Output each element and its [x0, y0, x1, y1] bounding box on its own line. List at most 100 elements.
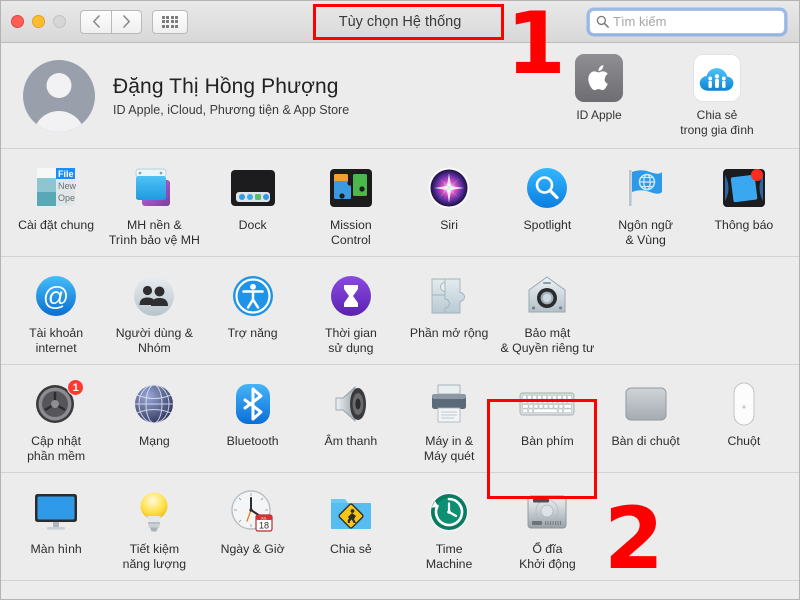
search-icon: [596, 15, 609, 28]
pref-label: Ngôn ngữ & Vùng: [618, 218, 673, 247]
family-sharing-label-line2: trong gia đình: [680, 122, 754, 137]
printers-scanners-icon: [400, 379, 498, 429]
account-subtitle: ID Apple, iCloud, Phương tiện & App Stor…: [113, 102, 350, 117]
pref-label: Chuột: [727, 434, 761, 448]
pref-row-2: @ Tài khoản internet Người dùng & Nhóm T…: [1, 257, 799, 365]
pref-screen-time[interactable]: Thời gian sử dụng: [302, 269, 400, 356]
sound-icon: [302, 379, 400, 429]
language-region-icon: [597, 163, 695, 213]
network-icon: [105, 379, 203, 429]
account-name: Đặng Thị Hồng Phượng: [113, 74, 339, 98]
pref-label: Spotlight: [523, 218, 572, 232]
search-input[interactable]: [613, 14, 778, 29]
time-machine-icon: [400, 487, 498, 537]
pref-energy-saver[interactable]: Tiết kiệm năng lượng: [105, 485, 203, 572]
date-time-icon: JUL 18: [204, 487, 302, 537]
general-icon: File New Ope: [7, 163, 105, 213]
pref-language-region[interactable]: Ngôn ngữ & Vùng: [597, 161, 695, 248]
pref-mission-control[interactable]: Mission Control: [302, 161, 400, 248]
pref-desktop-screensaver[interactable]: MH nền & Trình bảo vệ MH: [105, 161, 203, 248]
pref-label: Cài đặt chung: [18, 218, 95, 232]
pref-label: Tiết kiệm năng lượng: [122, 542, 187, 571]
pref-time-machine[interactable]: Time Machine: [400, 485, 498, 572]
pref-row-1: File New Ope Cài đặt chung MH nền & Trìn…: [1, 149, 799, 257]
pref-label: Màn hình: [30, 542, 82, 556]
pref-label: Bảo mật & Quyền riêng tư: [500, 326, 595, 355]
pref-label: Tài khoản internet: [29, 326, 84, 355]
pref-label: Dock: [238, 218, 267, 232]
dock-icon: [204, 163, 302, 213]
search-field[interactable]: [589, 9, 785, 34]
startup-disk-icon: [498, 487, 596, 537]
zoom-button: [53, 15, 66, 28]
pref-trackpad[interactable]: Bàn di chuột: [597, 377, 695, 464]
system-preferences-window: Tùy chọn Hệ thống Đặng Thị Hồng Phượng I…: [0, 0, 800, 600]
pref-software-update[interactable]: 1 Cập nhật phần mềm: [7, 377, 105, 464]
accessibility-icon: [204, 271, 302, 321]
sharing-icon: [302, 487, 400, 537]
account-text: Đặng Thị Hồng Phượng ID Apple, iCloud, P…: [113, 75, 349, 117]
back-button[interactable]: [80, 9, 111, 34]
keyboard-icon: [498, 379, 596, 429]
pref-mouse[interactable]: Chuột: [695, 377, 793, 464]
notifications-icon: [695, 163, 793, 213]
pref-startup-disk[interactable]: Ổ đĩa Khởi động: [498, 485, 596, 572]
pref-label: Mạng: [138, 434, 170, 448]
software-update-icon: 1: [7, 379, 105, 429]
pref-users-groups[interactable]: Người dùng & Nhóm: [105, 269, 203, 356]
trackpad-icon: [597, 379, 695, 429]
show-all-button[interactable]: [152, 9, 188, 34]
apple-id-label: ID Apple: [576, 107, 622, 122]
pref-notifications[interactable]: Thông báo: [695, 161, 793, 248]
pref-label: Máy in & Máy quét: [423, 434, 475, 463]
pref-label: Chia sẻ: [330, 542, 372, 556]
pref-label: MH nền & Trình bảo vệ MH: [108, 218, 200, 247]
pref-keyboard[interactable]: Bàn phím: [498, 377, 596, 464]
pref-dock[interactable]: Dock: [204, 161, 302, 248]
navigation-buttons: [80, 9, 142, 34]
pref-label: Bàn di chuột: [611, 434, 680, 448]
pref-label: Ngày & Giờ: [220, 542, 285, 556]
pref-general[interactable]: File New Ope Cài đặt chung: [7, 161, 105, 248]
spotlight-icon: [498, 163, 596, 213]
pref-displays[interactable]: Màn hình: [7, 485, 105, 572]
pref-label: Time Machine: [425, 542, 473, 571]
pref-label: Ổ đĩa Khởi động: [519, 542, 576, 571]
forward-button[interactable]: [111, 9, 142, 34]
account-shortcuts: ID Apple Chia sẻ trong gia đình: [557, 53, 777, 138]
pref-label: Thời gian sử dụng: [324, 326, 377, 355]
chevron-left-icon: [92, 15, 100, 28]
apple-id-banner[interactable]: Đặng Thị Hồng Phượng ID Apple, iCloud, P…: [1, 43, 799, 149]
pref-extensions[interactable]: Phần mở rộng: [400, 269, 498, 356]
family-sharing-icon: [693, 53, 741, 102]
pref-label: Bluetooth: [226, 434, 279, 448]
close-button[interactable]: [11, 15, 24, 28]
pref-network[interactable]: Mạng: [105, 377, 203, 464]
pref-accessibility[interactable]: Trợ năng: [204, 269, 302, 356]
pref-date-time[interactable]: JUL 18 Ngày & Giờ: [204, 485, 302, 572]
traffic-lights: [11, 15, 66, 28]
chevron-right-icon: [123, 15, 130, 28]
pref-label: Siri: [440, 218, 458, 232]
pref-label: Cập nhật phần mềm: [27, 434, 86, 463]
pref-sharing[interactable]: Chia sẻ: [302, 485, 400, 572]
pref-bluetooth[interactable]: Bluetooth: [204, 377, 302, 464]
svg-text:@: @: [43, 281, 69, 311]
pref-security-privacy[interactable]: Bảo mật & Quyền riêng tư: [498, 269, 596, 356]
pref-label: Mission Control: [330, 218, 372, 247]
screen-time-icon: [302, 271, 400, 321]
family-sharing-label-line1: Chia sẻ: [696, 107, 738, 122]
svg-text:File: File: [58, 169, 74, 179]
minimize-button[interactable]: [32, 15, 45, 28]
extensions-icon: [400, 271, 498, 321]
pref-label: Người dùng & Nhóm: [115, 326, 193, 355]
pref-siri[interactable]: Siri: [400, 161, 498, 248]
pref-spotlight[interactable]: Spotlight: [498, 161, 596, 248]
pref-printers-scanners[interactable]: Máy in & Máy quét: [400, 377, 498, 464]
pref-label: Trợ năng: [227, 326, 278, 340]
pref-sound[interactable]: Âm thanh: [302, 377, 400, 464]
pref-internet-accounts[interactable]: @ Tài khoản internet: [7, 269, 105, 356]
family-sharing-button[interactable]: Chia sẻ trong gia đình: [675, 53, 759, 138]
apple-id-button[interactable]: ID Apple: [557, 53, 641, 138]
siri-icon: [400, 163, 498, 213]
